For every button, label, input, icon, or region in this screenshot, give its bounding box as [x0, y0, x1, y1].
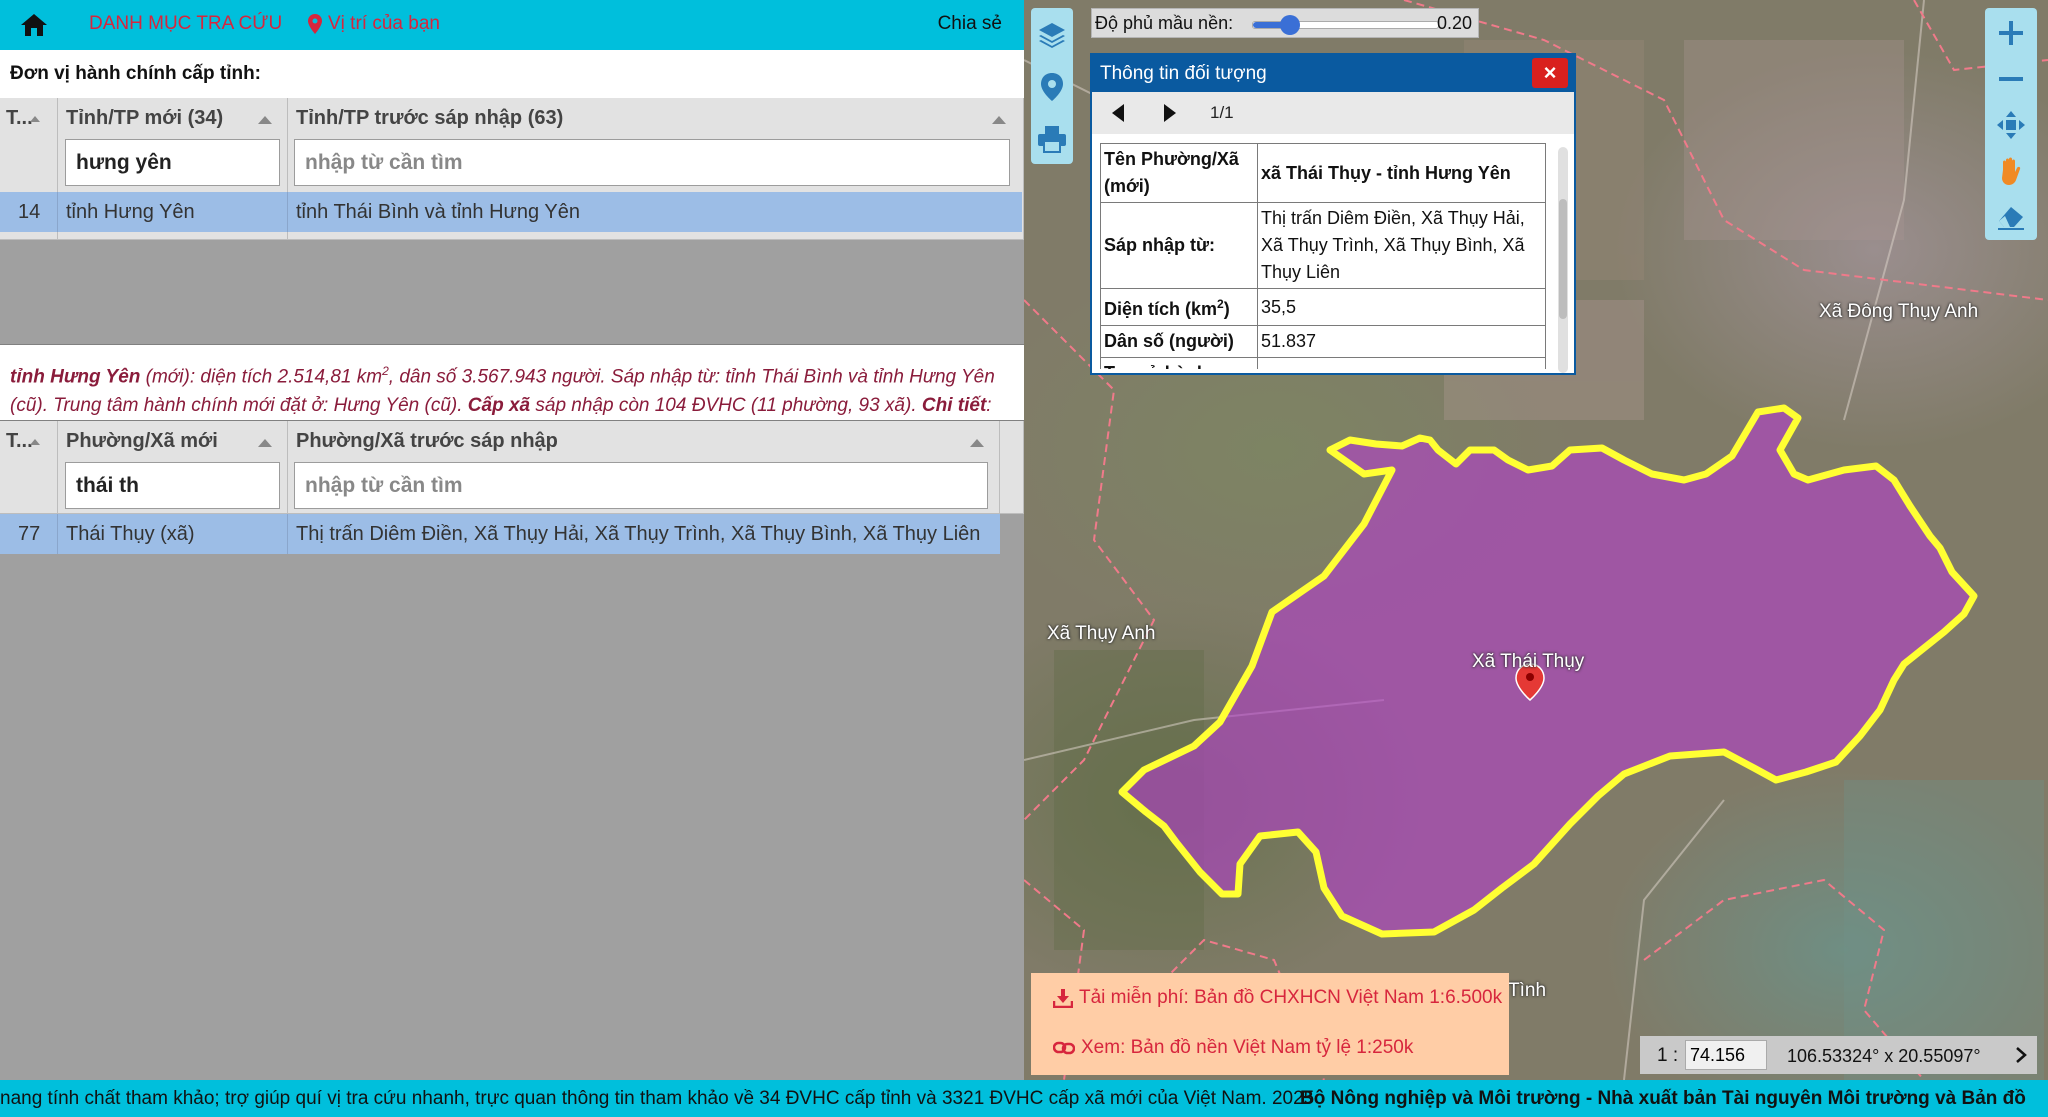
full-extent-icon[interactable] — [1992, 106, 2030, 144]
province-description: tỉnh Hưng Yên (mới): diện tích 2.514,81 … — [0, 345, 1024, 420]
attribute-row: Tên Phường/Xã (mới) xã Thái Thụy - tỉnh … — [1100, 143, 1546, 203]
footer-ticker: nang tính chất tham khảo; trợ giúp quí v… — [0, 1080, 2048, 1117]
download-map-label: Tải miễn phí: Bản đồ CHXHCN Việt Nam 1:6… — [1079, 987, 1503, 1008]
sort-icon — [30, 116, 40, 122]
your-location-link[interactable]: Vị trí của bạn — [308, 13, 440, 35]
attribute-row: Dân số (người) 51.837 — [1100, 325, 1546, 358]
row-new-commune: Thái Thụy (xã) — [58, 514, 288, 554]
attribute-row: Diện tích (km2) 35,5 — [1100, 288, 1546, 326]
old-province-filter-input[interactable] — [294, 139, 1010, 186]
attribute-value: 35,5 — [1257, 288, 1546, 326]
download-panel: Tải miễn phí: Bản đồ CHXHCN Việt Nam 1:6… — [1031, 973, 1509, 1075]
opacity-slider-thumb[interactable] — [1280, 15, 1300, 35]
map-label-dong-thuy-anh: Xã Đông Thụy Anh — [1819, 301, 1979, 322]
next-icon[interactable] — [1152, 96, 1186, 130]
home-icon[interactable] — [20, 12, 48, 38]
attribute-value: xã Thái Thụy - tỉnh Hưng Yên — [1257, 143, 1546, 203]
zoom-out-icon[interactable] — [1992, 60, 2030, 98]
opacity-slider[interactable] — [1252, 15, 1439, 35]
province-grid: T... Tỉnh/TP mới (34) Tỉnh/TP trước sáp … — [0, 98, 1024, 344]
new-province-filter-input[interactable] — [65, 139, 280, 186]
sort-icon — [258, 439, 272, 447]
column-header-no[interactable]: T... — [0, 421, 58, 514]
opacity-label: Độ phủ mầu nền: — [1095, 13, 1234, 33]
popup-body: Tên Phường/Xã (mới) xã Thái Thụy - tỉnh … — [1100, 143, 1552, 369]
commune-grid: T... Phường/Xã mới Phường/Xã trước sáp n… — [0, 421, 1024, 1080]
opacity-value: 0.20 — [1436, 13, 1472, 33]
ticker-publisher: Bộ Nông nghiệp và Môi trường - Nhà xuất … — [1300, 1088, 2026, 1109]
map-label-thuy-anh: Xã Thụy Anh — [1047, 623, 1156, 644]
link-icon — [1053, 1041, 1075, 1055]
sort-icon — [30, 439, 40, 445]
scale-coordinates-bar: 1 : 106.53324° x 20.55097° — [1640, 1036, 2027, 1074]
attribute-key: Diện tích (km2) — [1100, 288, 1258, 326]
popup-title: Thông tin đối tượng — [1100, 63, 1267, 84]
map-label-thai-thuy: Xã Thái Thụy — [1472, 651, 1585, 672]
map-left-toolbar — [1031, 8, 1073, 164]
view-basemap-label: Xem: Bản đồ nền Việt Nam tỷ lệ 1:250k — [1081, 1037, 1414, 1058]
feature-info-popup: Thông tin đối tượng × 1/1 Tên Phường/Xã … — [1090, 53, 1576, 375]
row-old-province: tỉnh Thái Bình và tỉnh Hưng Yên — [296, 201, 580, 223]
download-map-link[interactable]: Tải miễn phí: Bản đồ CHXHCN Việt Nam 1:6… — [1053, 987, 1502, 1009]
attribute-key: Tên Phường/Xã (mới) — [1100, 143, 1258, 203]
column-header-scroll-spacer — [1000, 421, 1024, 514]
old-commune-filter-input[interactable] — [294, 462, 988, 509]
category-menu-link[interactable]: DANH MỤC TRA CỨU — [89, 13, 282, 35]
ticker-text: nang tính chất tham khảo; trợ giúp quí v… — [0, 1088, 1315, 1109]
download-icon — [1053, 989, 1073, 1008]
detail-link[interactable]: Chi tiết — [922, 395, 986, 416]
popup-scrollbar-thumb[interactable] — [1559, 199, 1567, 319]
popup-counter: 1/1 — [1210, 103, 1234, 122]
popup-scrollbar[interactable] — [1558, 147, 1568, 373]
row-old-commune: Thị trấn Diêm Điền, Xã Thụy Hải, Xã Thụy… — [296, 523, 981, 545]
map-marker-icon — [308, 14, 322, 34]
map-right-toolbar — [1985, 8, 2037, 240]
new-commune-filter-input[interactable] — [65, 462, 280, 509]
previous-icon[interactable] — [1102, 96, 1136, 130]
popup-header: Thông tin đối tượng × — [1092, 55, 1574, 92]
table-row[interactable]: 77 Thái Thụy (xã) Thị trấn Diêm Điền, Xã… — [0, 514, 1000, 554]
attribute-key: Trụ sở hành — [1100, 357, 1258, 369]
popup-pager: 1/1 — [1092, 92, 1574, 134]
zoom-in-icon[interactable] — [1992, 14, 2030, 52]
share-link[interactable]: Chia sẻ — [938, 13, 1002, 35]
attribute-row: Trụ sở hành — [1100, 357, 1546, 369]
sort-icon — [258, 116, 272, 124]
sort-icon — [970, 439, 984, 447]
column-header-new-commune[interactable]: Phường/Xã mới — [58, 421, 288, 514]
scale-input[interactable] — [1685, 1040, 1767, 1070]
attribute-key: Sáp nhập từ: — [1100, 202, 1258, 289]
row-new-province: tỉnh Hưng Yên — [58, 192, 288, 232]
chevron-right-icon[interactable] — [2005, 1036, 2037, 1074]
table-row[interactable]: 14 tỉnh Hưng Yên tỉnh Thái Bình và tỉnh … — [0, 192, 1022, 232]
attribute-value — [1257, 357, 1546, 369]
province-name: tỉnh Hưng Yên — [10, 366, 141, 388]
map-label-partial: Tình — [1508, 980, 1547, 1001]
row-no: 77 — [0, 514, 58, 554]
eraser-icon[interactable] — [1992, 198, 2030, 236]
view-basemap-link[interactable]: Xem: Bản đồ nền Việt Nam tỷ lệ 1:250k — [1053, 1037, 1413, 1059]
sort-icon — [992, 116, 1006, 124]
top-bar: DANH MỤC TRA CỨU Vị trí của bạn Chia sẻ — [0, 0, 1024, 50]
left-panel: DANH MỤC TRA CỨU Vị trí của bạn Chia sẻ … — [0, 0, 1024, 1080]
attribute-value: 51.837 — [1257, 325, 1546, 358]
location-pin-icon[interactable] — [1035, 70, 1069, 104]
attribute-row: Sáp nhập từ: Thị trấn Diêm Điền, Xã Thụy… — [1100, 202, 1546, 289]
province-section-title: Đơn vị hành chính cấp tỉnh: — [10, 63, 262, 84]
layers-icon[interactable] — [1035, 18, 1069, 52]
scale-prefix: 1 : — [1657, 1045, 1679, 1066]
column-header-old-commune[interactable]: Phường/Xã trước sáp nhập — [288, 421, 1000, 514]
your-location-label: Vị trí của bạn — [328, 13, 440, 34]
row-no: 14 — [0, 192, 58, 232]
basemap-opacity-control: Độ phủ mầu nền: 0.20 — [1091, 8, 1479, 38]
attribute-key: Dân số (người) — [1100, 325, 1258, 358]
close-icon[interactable]: × — [1532, 58, 1568, 88]
feature-attributes-table: Tên Phường/Xã (mới) xã Thái Thụy - tỉnh … — [1100, 143, 1546, 369]
cursor-coordinates: 106.53324° x 20.55097° — [1787, 1046, 1981, 1066]
attribute-value: Thị trấn Diêm Điền, Xã Thụy Hải, Xã Thụy… — [1257, 202, 1546, 289]
pan-hand-icon[interactable] — [1992, 152, 2030, 190]
print-icon[interactable] — [1035, 122, 1069, 156]
